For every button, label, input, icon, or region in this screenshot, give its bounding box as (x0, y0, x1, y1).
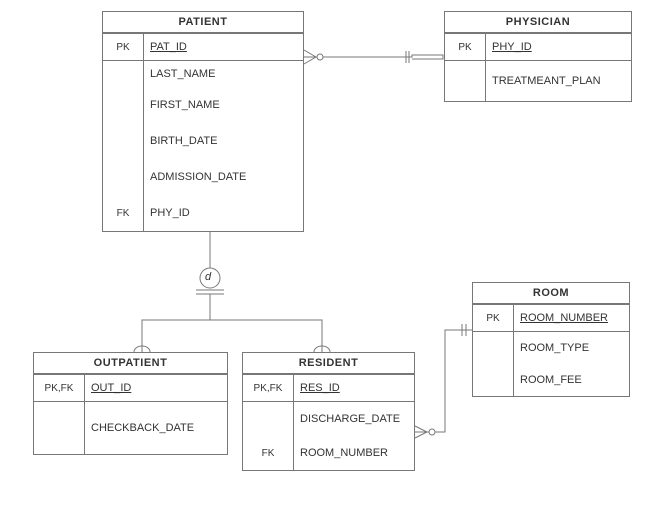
attr: RES_ID (300, 382, 340, 394)
key-col (103, 61, 144, 87)
entity-title: ROOM (473, 283, 629, 304)
attr: CHECKBACK_DATE (91, 422, 194, 434)
entity-title: PHYSICIAN (445, 12, 631, 33)
attr: ROOM_TYPE (520, 342, 589, 354)
entity-patient: PATIENT PK PAT_ID LAST_NAME FIRST_NAME B… (102, 11, 304, 232)
key-col (445, 61, 486, 101)
disjoint-label: d (205, 271, 211, 283)
key-col: PK (103, 34, 144, 60)
key-col (103, 123, 144, 159)
key-col: PK (445, 34, 486, 60)
key-col (103, 87, 144, 123)
attr: TREATMEANT_PLAN (492, 75, 601, 87)
key-col (473, 364, 514, 396)
attr: PHY_ID (150, 207, 190, 219)
entity-resident: RESIDENT PK,FK RES_ID DISCHARGE_DATE FK … (242, 352, 415, 471)
attr: PHY_ID (492, 41, 532, 53)
key-col: PK,FK (34, 375, 85, 401)
key-col: PK,FK (243, 375, 294, 401)
attr: FIRST_NAME (150, 99, 220, 111)
entity-outpatient: OUTPATIENT PK,FK OUT_ID CHECKBACK_DATE (33, 352, 228, 455)
entity-room: ROOM PK ROOM_NUMBER ROOM_TYPE ROOM_FEE (472, 282, 630, 397)
key-col: FK (103, 195, 144, 231)
attr: ROOM_NUMBER (520, 312, 608, 324)
entity-title: RESIDENT (243, 353, 414, 374)
key-col: PK (473, 305, 514, 331)
attr: BIRTH_DATE (150, 135, 217, 147)
key-col: FK (243, 436, 294, 470)
key-col (243, 402, 294, 436)
attr: ADMISSION_DATE (150, 171, 246, 183)
key-col (473, 332, 514, 364)
entity-title: OUTPATIENT (34, 353, 227, 374)
attr: PAT_ID (150, 41, 187, 53)
erd-canvas: PATIENT PK PAT_ID LAST_NAME FIRST_NAME B… (0, 0, 651, 511)
attr: DISCHARGE_DATE (300, 413, 400, 425)
key-col (103, 159, 144, 195)
key-col (34, 402, 85, 454)
entity-title: PATIENT (103, 12, 303, 33)
attr: ROOM_FEE (520, 374, 582, 386)
entity-physician: PHYSICIAN PK PHY_ID TREATMEANT_PLAN (444, 11, 632, 102)
attr: LAST_NAME (150, 68, 215, 80)
attr: OUT_ID (91, 382, 131, 394)
attr: ROOM_NUMBER (300, 447, 388, 459)
